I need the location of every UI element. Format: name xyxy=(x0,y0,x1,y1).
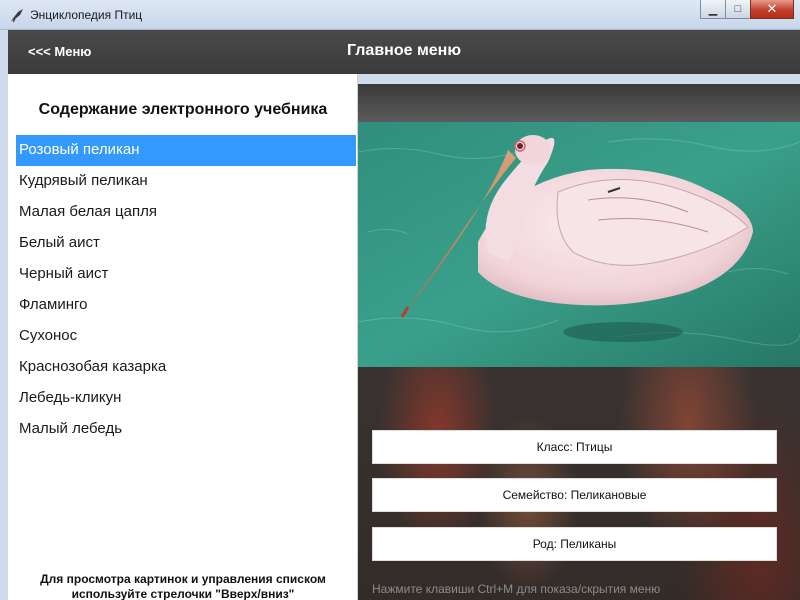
minimize-button[interactable]: ▁ xyxy=(700,0,726,19)
list-item-swan-goose[interactable]: Сухонос xyxy=(16,321,356,352)
list-item-little-egret[interactable]: Малая белая цапля xyxy=(16,197,356,228)
details-panel: Класс: Птицы Семейство: Пеликановые Род:… xyxy=(358,84,800,600)
navigation-hint: Для просмотра картинок и управления спис… xyxy=(40,572,326,600)
close-button[interactable]: ✕ xyxy=(750,0,794,19)
list-item-pink-pelican[interactable]: Розовый пеликан xyxy=(16,135,356,166)
pink-pelican-photo xyxy=(358,122,800,367)
bird-app-icon xyxy=(11,9,23,23)
menu-toggle-hint: Нажмите клавиши Ctrl+M для показа/скрыти… xyxy=(372,582,661,596)
contents-panel: Содержание электронного учебника Розовый… xyxy=(8,74,358,600)
window-title: Энциклопедия Птиц xyxy=(30,8,143,22)
page-title: Главное меню xyxy=(346,42,461,59)
image-top-strip xyxy=(358,84,800,122)
genus-info-box: Род: Пеликаны xyxy=(372,527,777,561)
list-item-white-stork[interactable]: Белый аист xyxy=(16,228,356,259)
list-item-whooper-swan[interactable]: Лебедь-кликун xyxy=(16,383,356,414)
app-header: <<< Меню Главное меню xyxy=(8,30,800,74)
contents-title: Содержание электронного учебника xyxy=(38,101,328,118)
maximize-button[interactable]: □ xyxy=(725,0,751,19)
window-titlebar[interactable]: Энциклопедия Птиц ▁ □ ✕ xyxy=(0,0,800,30)
list-item-flamingo[interactable]: Фламинго xyxy=(16,290,356,321)
list-item-bewicks-swan[interactable]: Малый лебедь xyxy=(16,414,356,445)
list-item-red-breasted-goose[interactable]: Краснозобая казарка xyxy=(16,352,356,383)
class-info-box: Класс: Птицы xyxy=(372,430,777,464)
bird-list[interactable]: Розовый пеликан Кудрявый пеликан Малая б… xyxy=(16,135,356,445)
family-info-box: Семейство: Пеликановые xyxy=(372,478,777,512)
list-item-black-stork[interactable]: Черный аист xyxy=(16,259,356,290)
list-item-dalmatian-pelican[interactable]: Кудрявый пеликан xyxy=(16,166,356,197)
window-controls: ▁ □ ✕ xyxy=(700,0,794,19)
